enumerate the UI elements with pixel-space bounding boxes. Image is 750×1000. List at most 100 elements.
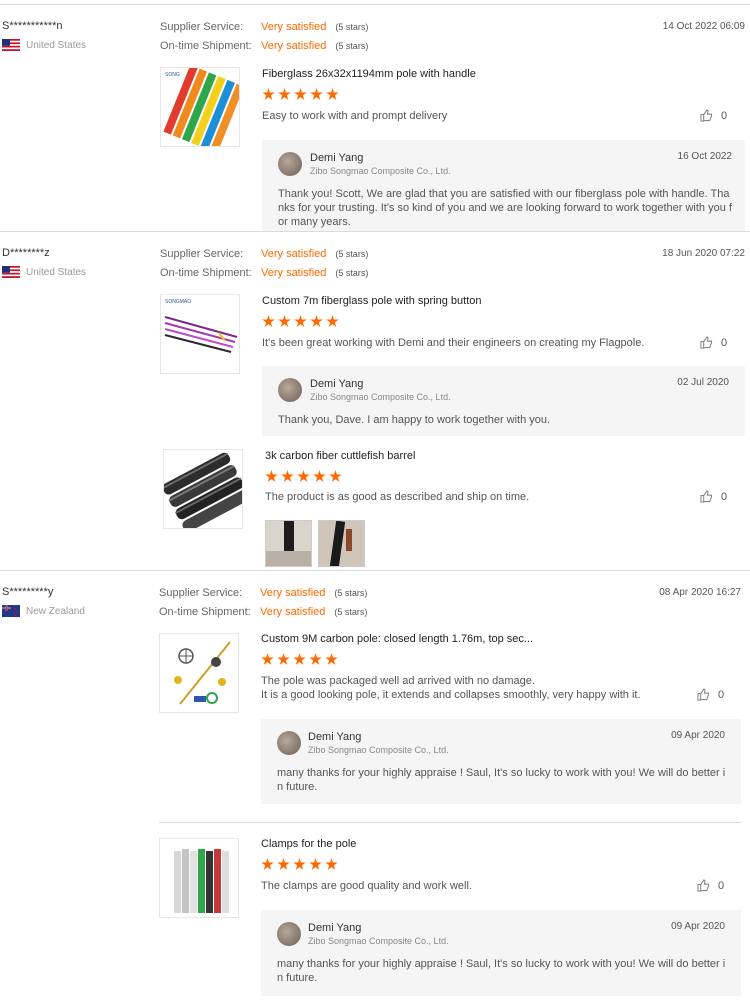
product-name[interactable]: Clamps for the pole xyxy=(261,838,356,850)
supplier-service-stars: (5 stars) xyxy=(335,249,369,259)
reply-author: Demi Yang xyxy=(308,731,362,743)
like-button[interactable]: 0 xyxy=(697,879,724,892)
supplier-service-value: Very satisfied xyxy=(260,587,326,599)
star-icon xyxy=(310,315,323,327)
like-count: 0 xyxy=(718,879,725,892)
thumbs-up-icon xyxy=(697,688,710,701)
review-text-line2: It is a good looking pole, it extends an… xyxy=(261,689,641,701)
ontime-shipment-row: On-time Shipment: Very satisfied (5 star… xyxy=(160,40,368,52)
review-photo[interactable] xyxy=(318,520,365,567)
supplier-service-row: Supplier Service: Very satisfied (5 star… xyxy=(160,248,368,260)
supplier-service-label: Supplier Service: xyxy=(160,21,244,33)
star-icon xyxy=(325,653,338,665)
star-icon xyxy=(261,858,274,870)
ontime-shipment-stars: (5 stars) xyxy=(334,607,368,617)
ontime-shipment-label: On-time Shipment: xyxy=(160,40,252,52)
product-rating xyxy=(262,88,342,102)
us-flag-icon xyxy=(2,39,20,51)
product-image[interactable] xyxy=(159,633,239,713)
supplier-service-value: Very satisfied xyxy=(261,248,327,260)
like-button[interactable]: 0 xyxy=(697,688,724,701)
reply-date: 09 Apr 2020 xyxy=(671,921,725,932)
us-flag-icon xyxy=(2,266,20,278)
product-name[interactable]: 3k carbon fiber cuttlefish barrel xyxy=(265,450,415,462)
review-text: The clamps are good quality and work wel… xyxy=(261,880,472,892)
ontime-shipment-value: Very satisfied xyxy=(261,40,327,52)
review-date: 08 Apr 2020 16:27 xyxy=(659,587,741,598)
star-icon xyxy=(326,315,339,327)
supplier-service-row: Supplier Service: Very satisfied (5 star… xyxy=(160,21,368,33)
buyer-name: D********z xyxy=(2,247,50,259)
like-button[interactable]: 0 xyxy=(700,336,727,349)
product-name[interactable]: Custom 7m fiberglass pole with spring bu… xyxy=(262,295,482,307)
avatar xyxy=(277,731,301,755)
country-label: New Zealand xyxy=(26,605,85,617)
country-label: United States xyxy=(26,39,87,51)
review-text: Easy to work with and prompt delivery xyxy=(262,110,448,122)
star-icon xyxy=(278,315,291,327)
star-icon xyxy=(278,88,291,100)
star-icon xyxy=(325,858,338,870)
svg-text:SONGMAO: SONGMAO xyxy=(165,299,191,305)
reply-company: Zibo Songmao Composite Co., Ltd. xyxy=(308,936,449,946)
supplier-reply: Demi Yang Zibo Songmao Composite Co., Lt… xyxy=(262,366,745,436)
ontime-shipment-label: On-time Shipment: xyxy=(159,606,251,618)
product-image[interactable]: SONG xyxy=(160,67,240,147)
like-count: 0 xyxy=(718,688,725,701)
supplier-service-stars: (5 stars) xyxy=(335,22,369,32)
star-icon xyxy=(326,88,339,100)
product-name[interactable]: Custom 9M carbon pole: closed length 1.7… xyxy=(261,633,533,645)
like-button[interactable]: 0 xyxy=(700,490,727,503)
star-icon xyxy=(310,88,323,100)
divider xyxy=(159,822,741,823)
like-count: 0 xyxy=(721,109,728,122)
reply-text: Thank you, Dave. I am happy to work toge… xyxy=(278,414,551,426)
review-text: The product is as good as described and … xyxy=(265,491,530,503)
ontime-shipment-value: Very satisfied xyxy=(260,606,326,618)
reply-date: 16 Oct 2022 xyxy=(677,151,732,162)
reply-company: Zibo Songmao Composite Co., Ltd. xyxy=(310,392,451,402)
reply-text: Thank you! Scott, We are glad that you a… xyxy=(278,188,732,228)
divider xyxy=(0,4,750,5)
divider xyxy=(0,570,750,571)
star-icon xyxy=(262,88,275,100)
supplier-service-value: Very satisfied xyxy=(261,21,327,33)
ontime-shipment-label: On-time Shipment: xyxy=(160,267,252,279)
thumbs-up-icon xyxy=(700,109,713,122)
buyer-country: New Zealand xyxy=(2,605,85,617)
product-rating xyxy=(261,653,341,667)
thumbs-up-icon xyxy=(697,879,710,892)
supplier-service-label: Supplier Service: xyxy=(159,587,243,599)
star-icon xyxy=(309,653,322,665)
star-icon xyxy=(261,653,274,665)
like-button[interactable]: 0 xyxy=(700,109,727,122)
ontime-shipment-stars: (5 stars) xyxy=(335,41,369,51)
country-label: United States xyxy=(26,266,87,278)
star-icon xyxy=(309,858,322,870)
review-date: 14 Oct 2022 06:09 xyxy=(662,21,745,32)
reply-date: 09 Apr 2020 xyxy=(671,730,725,741)
product-image[interactable] xyxy=(163,449,243,529)
supplier-reply: Demi Yang Zibo Songmao Composite Co., Lt… xyxy=(262,140,745,232)
supplier-reply: Demi Yang Zibo Songmao Composite Co., Lt… xyxy=(261,719,741,804)
review-text: It's been great working with Demi and th… xyxy=(262,337,645,349)
thumbs-up-icon xyxy=(700,336,713,349)
star-icon xyxy=(281,470,294,482)
avatar xyxy=(278,378,302,402)
reply-text: many thanks for your highly appraise ! S… xyxy=(277,767,726,793)
star-icon xyxy=(265,470,278,482)
reply-author: Demi Yang xyxy=(308,922,362,934)
reply-date: 02 Jul 2020 xyxy=(677,377,729,388)
nz-flag-icon xyxy=(2,605,20,617)
buyer-country: United States xyxy=(2,266,86,278)
ontime-shipment-stars: (5 stars) xyxy=(335,268,369,278)
review-photo[interactable] xyxy=(265,520,312,567)
product-image[interactable]: SONGMAO xyxy=(160,294,240,374)
product-image[interactable] xyxy=(159,838,239,918)
avatar xyxy=(277,922,301,946)
supplier-service-label: Supplier Service: xyxy=(160,248,244,260)
ontime-shipment-value: Very satisfied xyxy=(261,267,327,279)
product-name[interactable]: Fiberglass 26x32x1194mm pole with handle xyxy=(262,68,476,80)
like-count: 0 xyxy=(721,490,728,503)
ontime-shipment-row: On-time Shipment: Very satisfied (5 star… xyxy=(160,267,368,279)
